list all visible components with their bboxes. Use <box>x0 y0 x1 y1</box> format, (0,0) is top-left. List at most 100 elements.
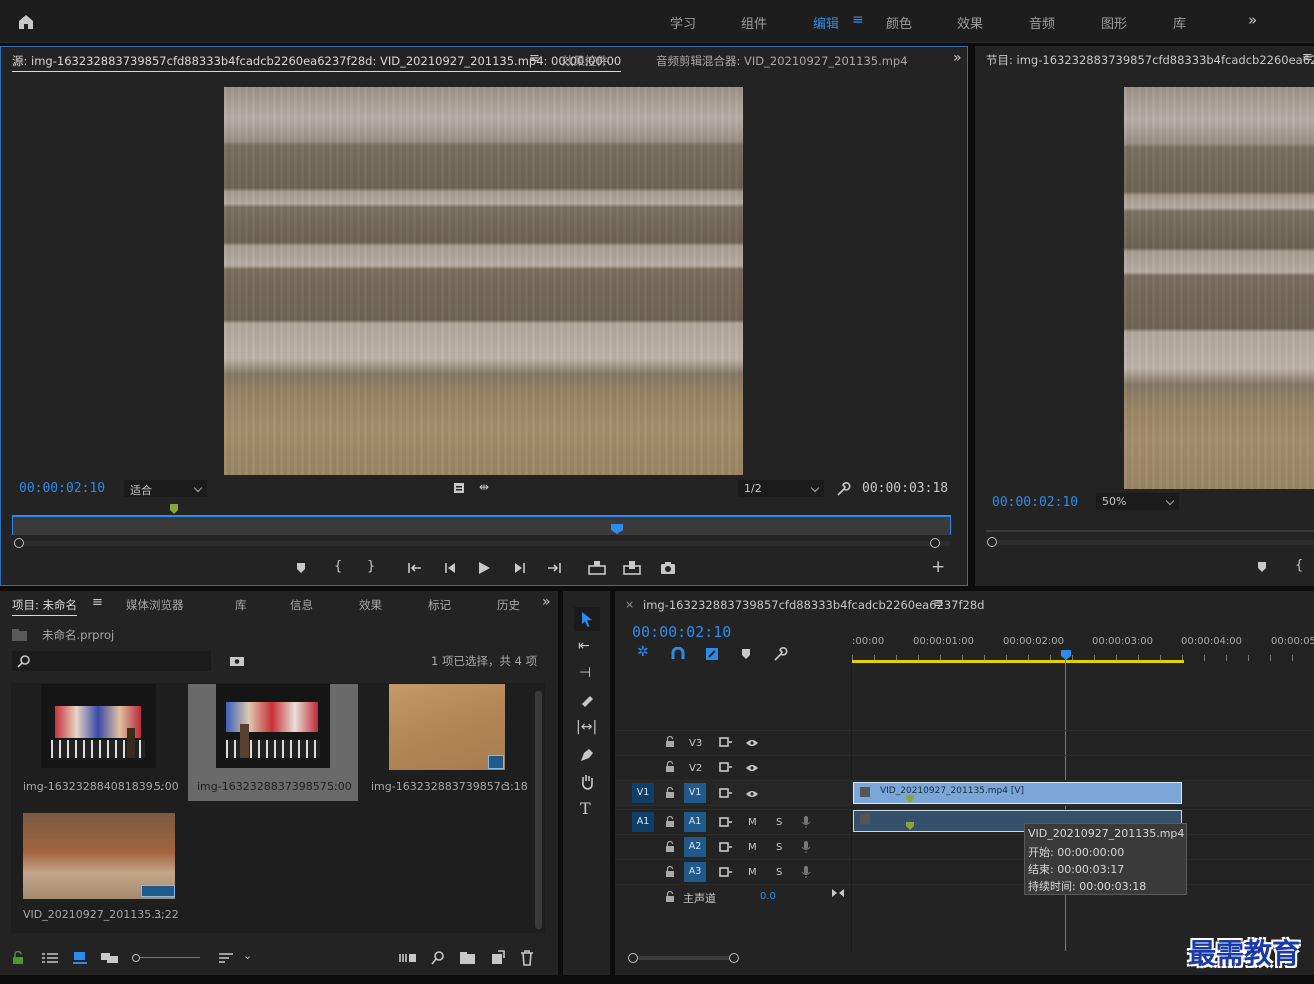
source-patch-v1[interactable]: V1 <box>632 783 654 803</box>
timeline-zoom-handle-left[interactable] <box>628 953 638 963</box>
eye-icon[interactable] <box>745 789 759 799</box>
mark-in-icon[interactable]: { <box>1295 558 1303 573</box>
source-patch-a1[interactable]: A1 <box>632 812 654 832</box>
zoom-slider-handle[interactable] <box>132 954 140 962</box>
type-tool-icon[interactable]: T <box>580 799 591 818</box>
playhead-icon[interactable] <box>1060 649 1072 661</box>
track-label-v3[interactable]: V3 <box>689 738 702 749</box>
new-item-icon[interactable] <box>490 950 506 966</box>
razor-tool-icon[interactable] <box>579 693 595 709</box>
automate-to-sequence-icon[interactable] <box>399 952 417 964</box>
lock-icon[interactable] <box>665 761 675 773</box>
work-area-bar[interactable] <box>852 660 1184 663</box>
workspace-assembly[interactable]: 组件 <box>741 13 767 32</box>
tab-program[interactable]: 节目: img-163232883739857cfd88333b4fcadcb2… <box>986 52 1314 68</box>
insert-icon[interactable] <box>587 560 607 576</box>
thumbnail-item-2[interactable] <box>216 684 330 768</box>
timeline-zoom-handle-right[interactable] <box>729 953 739 963</box>
program-timecode[interactable]: 00:00:02:10 <box>992 495 1078 510</box>
thumbnail-item-1[interactable] <box>41 684 156 768</box>
timeline-timecode[interactable]: 00:00:02:10 <box>632 623 731 641</box>
insert-overwrite-icon[interactable] <box>452 481 466 495</box>
workspace-color[interactable]: 颜色 <box>886 13 912 32</box>
tab-effect-controls[interactable]: 效果控件 <box>562 53 608 69</box>
microphone-icon[interactable] <box>801 840 811 854</box>
bin-scrollbar[interactable] <box>535 691 542 929</box>
workspace-audio[interactable]: 音频 <box>1029 13 1055 32</box>
program-zoom-handle[interactable] <box>987 537 997 547</box>
panel-menu-icon[interactable]: ≡ <box>933 596 944 611</box>
sync-lock-icon[interactable] <box>719 737 733 747</box>
search-input[interactable] <box>12 651 211 671</box>
new-search-bin-icon[interactable] <box>229 654 245 668</box>
lock-icon[interactable] <box>12 951 24 965</box>
nest-toggle-icon[interactable]: ✲ <box>637 644 649 660</box>
track-label-v2[interactable]: V2 <box>689 763 702 774</box>
chevron-down-icon[interactable]: ⌄ <box>243 949 252 962</box>
resolution-dropdown[interactable]: 1/2 <box>738 480 824 497</box>
zoom-slider[interactable] <box>140 957 200 958</box>
mark-in-icon[interactable]: { <box>334 559 342 574</box>
mute-button[interactable]: M <box>748 867 757 878</box>
lock-icon[interactable] <box>665 787 675 799</box>
snap-icon[interactable] <box>671 647 685 661</box>
playhead-icon[interactable] <box>610 523 624 535</box>
add-marker-icon[interactable] <box>1255 560 1269 574</box>
add-marker-icon[interactable] <box>294 561 308 575</box>
video-clip[interactable]: VID_20210927_201135.mp4 [V] <box>853 782 1182 804</box>
home-icon[interactable] <box>17 13 35 30</box>
track-label-a3[interactable]: A3 <box>684 862 706 882</box>
lock-icon[interactable] <box>665 866 675 878</box>
eye-icon[interactable] <box>745 763 759 773</box>
program-zoom-scrollbar[interactable] <box>986 540 1314 545</box>
microphone-icon[interactable] <box>801 815 811 829</box>
mark-out-icon[interactable]: } <box>367 559 375 574</box>
tab-project[interactable]: 项目: 未命名 <box>12 597 78 616</box>
camera-icon[interactable] <box>659 560 677 576</box>
workspace-learn[interactable]: 学习 <box>670 13 696 32</box>
tab-effects[interactable]: 效果 <box>359 597 382 613</box>
tab-audio-clip-mixer[interactable]: 音频剪辑混合器: VID_20210927_201135.mp4 <box>656 53 908 69</box>
mute-button[interactable]: M <box>748 817 757 828</box>
zoom-handle-right[interactable] <box>930 538 940 548</box>
overwrite-icon[interactable] <box>622 560 642 576</box>
lock-icon[interactable] <box>665 816 675 828</box>
mute-button[interactable]: M <box>748 842 757 853</box>
wrench-icon[interactable] <box>835 481 851 497</box>
go-to-out-icon[interactable] <box>546 561 562 575</box>
linked-selection-icon[interactable] <box>704 646 720 662</box>
close-tab-icon[interactable]: × <box>625 598 634 611</box>
selection-tool-icon[interactable] <box>579 610 595 628</box>
more-panels-icon[interactable]: » <box>953 50 962 66</box>
icon-view-icon[interactable] <box>72 950 88 966</box>
track-label-a2[interactable]: A2 <box>684 837 706 857</box>
pen-tool-icon[interactable] <box>579 747 595 763</box>
play-icon[interactable] <box>477 560 491 576</box>
step-back-icon[interactable] <box>443 561 457 575</box>
add-marker-icon[interactable] <box>740 648 752 660</box>
zoom-handle-left[interactable] <box>14 538 24 548</box>
sync-lock-icon[interactable] <box>719 842 733 852</box>
new-bin-icon[interactable] <box>459 951 477 965</box>
source-timecode[interactable]: 00:00:02:10 <box>19 481 105 496</box>
go-to-edge-icon[interactable] <box>831 887 845 899</box>
workspace-effects[interactable]: 效果 <box>957 13 983 32</box>
chevron-double-right-icon[interactable]: » <box>1248 11 1257 29</box>
solo-button[interactable]: S <box>776 842 782 853</box>
eye-icon[interactable] <box>745 738 759 748</box>
workspace-libraries[interactable]: 库 <box>1173 13 1186 32</box>
lock-icon[interactable] <box>665 736 675 748</box>
lock-icon[interactable] <box>665 891 675 903</box>
tab-info[interactable]: 信息 <box>290 597 313 613</box>
timeline-settings-icon[interactable] <box>772 646 788 662</box>
workspace-menu-icon[interactable]: ≡ <box>852 12 864 28</box>
go-to-in-icon[interactable] <box>407 561 423 575</box>
add-button-icon[interactable]: + <box>931 557 945 577</box>
sync-lock-icon[interactable] <box>719 788 733 798</box>
tab-history[interactable]: 历史 <box>497 597 521 613</box>
ripple-edit-tool-icon[interactable]: ⊣ <box>579 665 591 681</box>
track-label-a1[interactable]: A1 <box>684 812 706 832</box>
freeform-view-icon[interactable] <box>100 951 120 965</box>
workspace-editing[interactable]: 编辑 <box>813 13 839 32</box>
solo-button[interactable]: S <box>776 867 782 878</box>
